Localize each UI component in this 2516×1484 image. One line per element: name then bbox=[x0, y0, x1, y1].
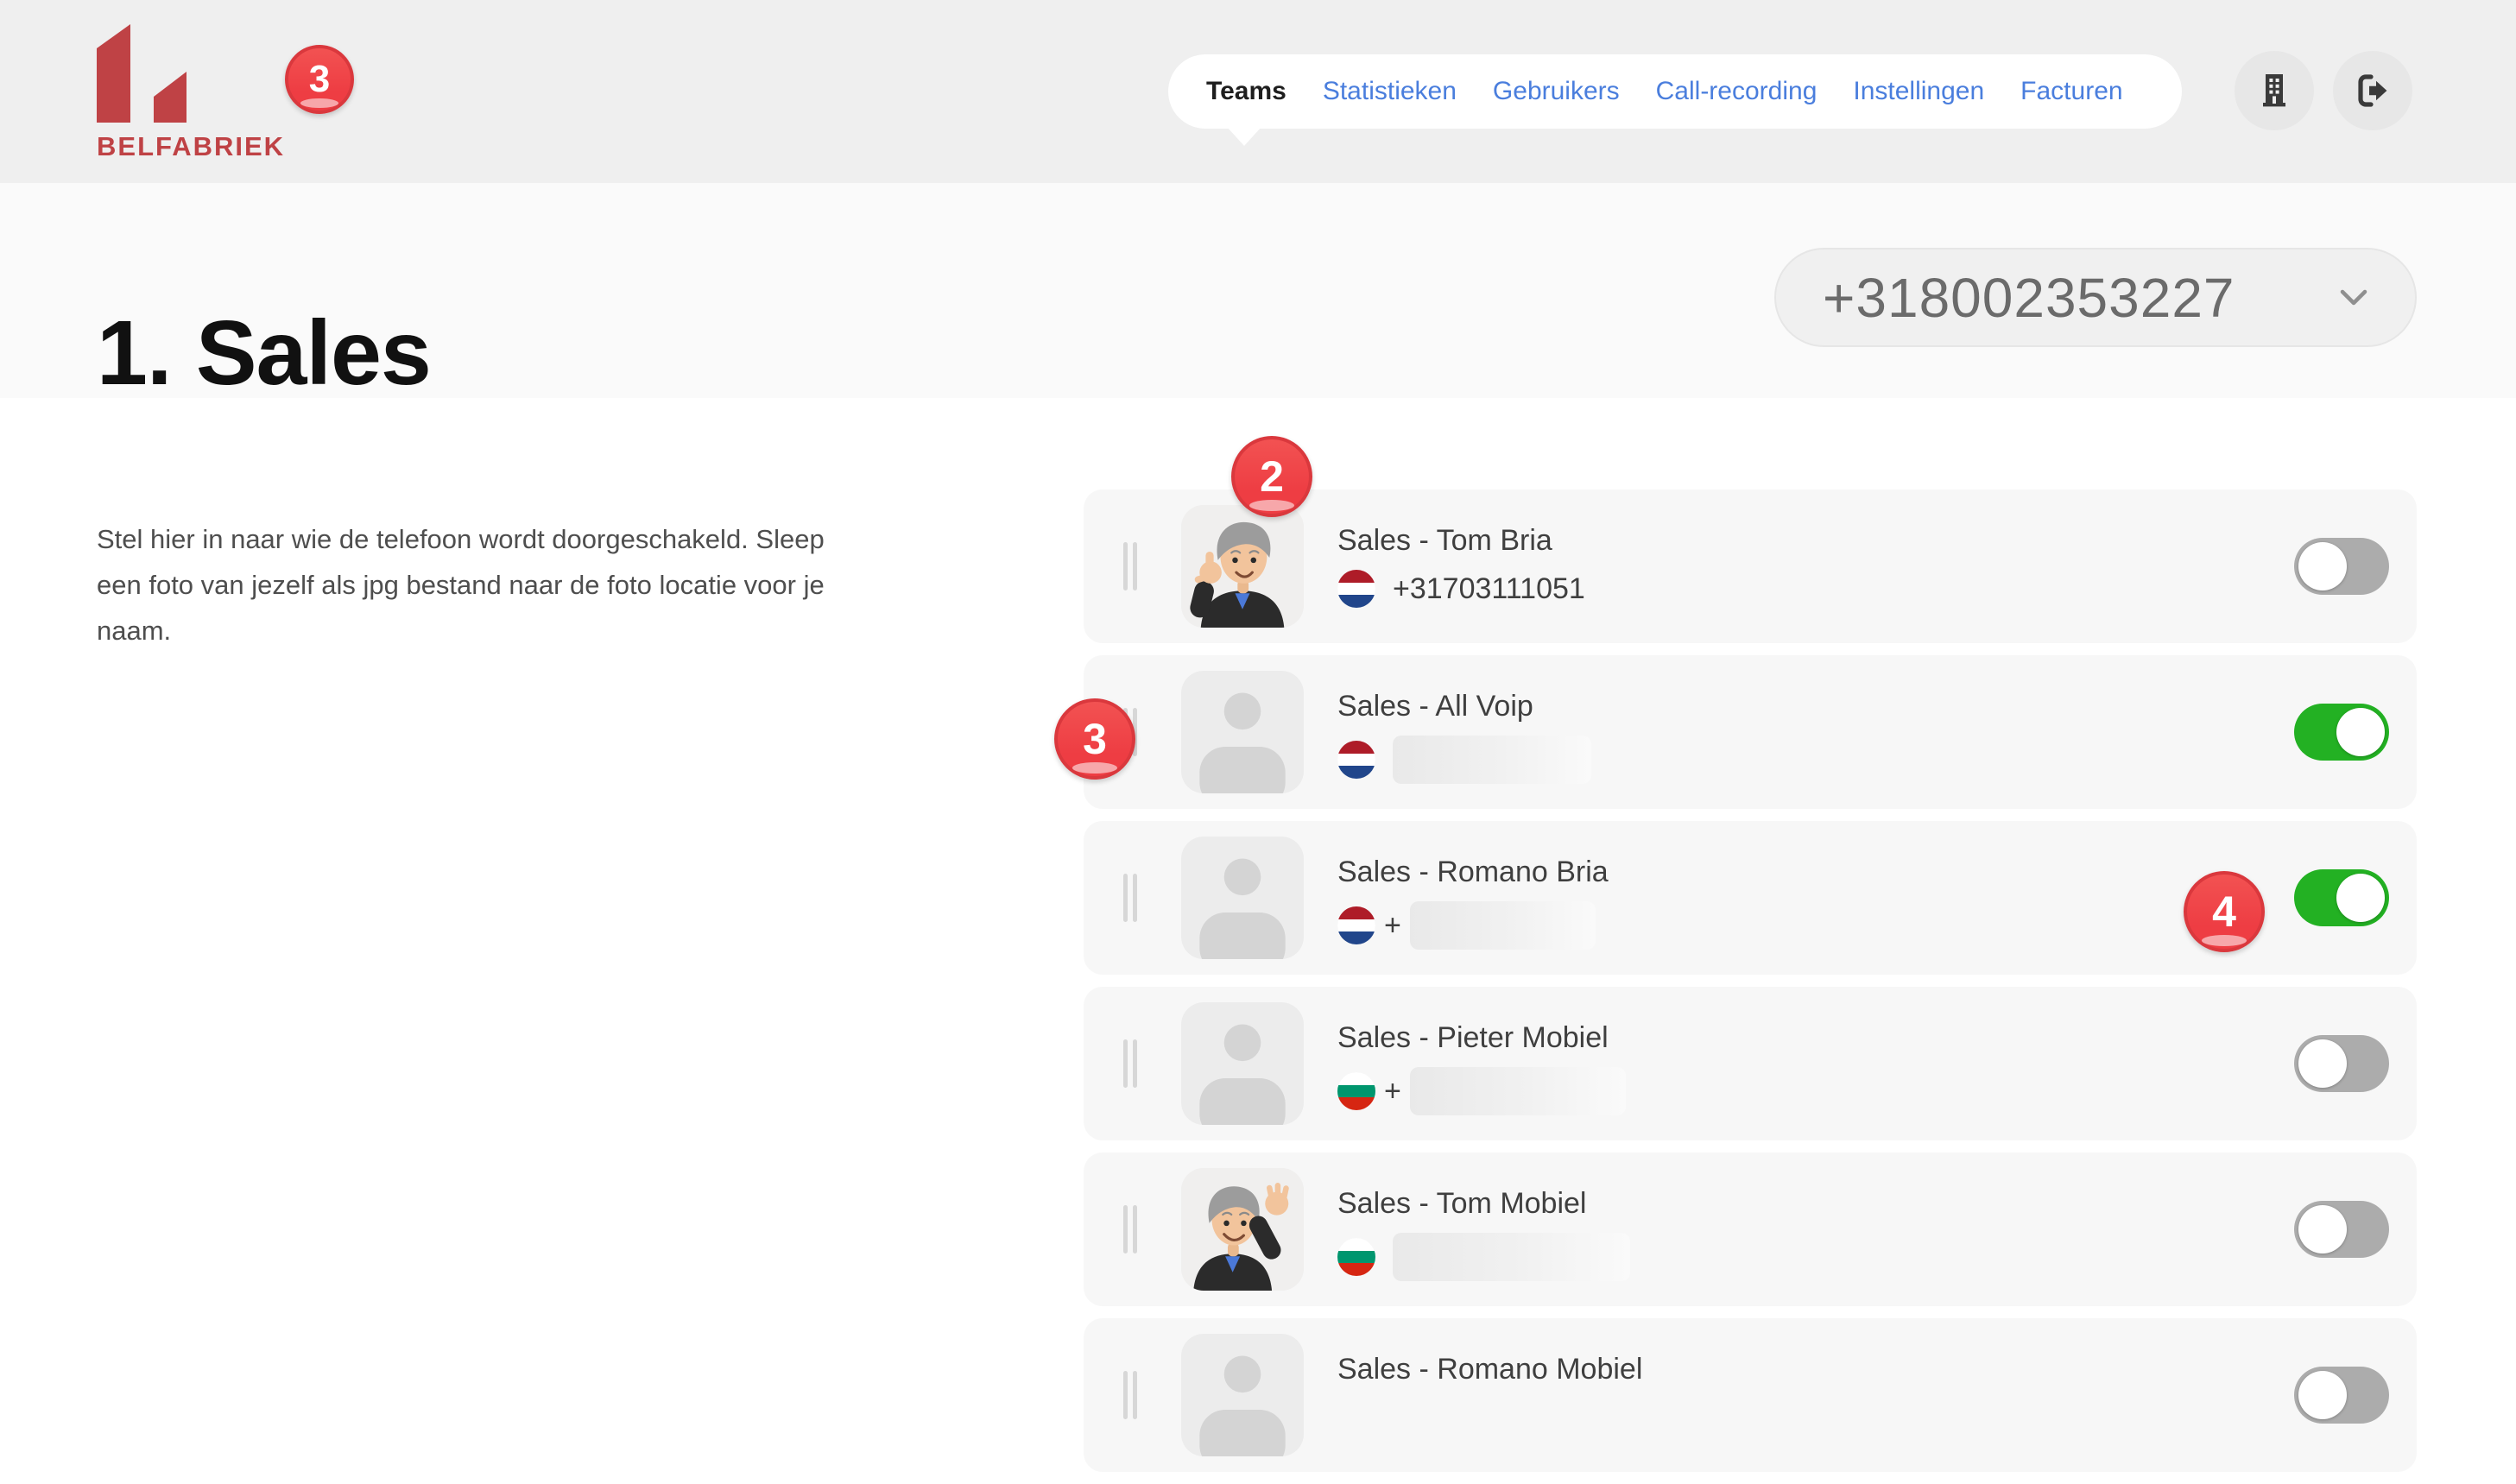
country-flag-icon bbox=[1337, 1072, 1375, 1110]
selected-phone-number: +318002353227 bbox=[1823, 266, 2235, 330]
team-member-row: Sales - Romano Mobiel bbox=[1084, 1318, 2417, 1472]
member-info: Sales - All Voip bbox=[1337, 690, 1591, 784]
avatar-placeholder[interactable] bbox=[1181, 837, 1304, 959]
team-member-row: Sales - Tom Bria +31703111051 2 bbox=[1084, 489, 2417, 643]
phone-number-select[interactable]: +318002353227 bbox=[1774, 248, 2417, 347]
forwarding-description: Stel hier in naar wie de telefoon wordt … bbox=[97, 516, 865, 654]
toggle-knob bbox=[2298, 1205, 2347, 1254]
app-canvas: BELFABRIEK 3 Teams Statistieken Gebruikers… bbox=[0, 0, 2516, 1392]
team-member-row: Sales - All Voip 3 bbox=[1084, 655, 2417, 809]
member-phone-line bbox=[1337, 1233, 1630, 1281]
brand-logo[interactable]: BELFABRIEK bbox=[97, 24, 285, 162]
toggle-knob bbox=[2336, 874, 2385, 922]
nav-item-call-recording[interactable]: Call-recording bbox=[1656, 77, 1817, 106]
annotation-badge-3-topbar: 3 bbox=[285, 45, 354, 114]
country-flag-icon bbox=[1337, 1238, 1375, 1276]
member-name: Sales - Tom Bria bbox=[1337, 524, 1585, 558]
annotation-badge-number: 3 bbox=[309, 58, 330, 101]
team-member-row: Sales - Tom Mobiel bbox=[1084, 1152, 2417, 1306]
drag-handle[interactable] bbox=[1123, 542, 1137, 590]
nav-item-gebruikers[interactable]: Gebruikers bbox=[1493, 77, 1620, 106]
country-flag-icon bbox=[1337, 741, 1375, 779]
forwarding-toggle[interactable] bbox=[2294, 1367, 2389, 1424]
member-name: Sales - Romano Bria bbox=[1337, 856, 1609, 889]
team-member-list: Sales - Tom Bria +31703111051 2 bbox=[1084, 489, 2417, 1484]
redacted-phone-blur bbox=[1393, 736, 1591, 784]
phone-prefix: + bbox=[1384, 909, 1401, 943]
member-phone-line: + bbox=[1337, 1067, 1626, 1115]
member-name: Sales - Pieter Mobiel bbox=[1337, 1021, 1626, 1055]
avatar-memoji-call-gesture[interactable] bbox=[1181, 505, 1304, 628]
avatar-memoji-wave[interactable] bbox=[1181, 1168, 1304, 1291]
toggle-knob bbox=[2298, 542, 2347, 590]
nav-item-instellingen[interactable]: Instellingen bbox=[1853, 77, 1984, 106]
logout-button[interactable] bbox=[2333, 51, 2412, 130]
building-icon bbox=[2254, 70, 2295, 111]
member-phone-line: + bbox=[1337, 901, 1609, 950]
redacted-phone-blur bbox=[1410, 1067, 1626, 1115]
forwarding-toggle[interactable] bbox=[2294, 1035, 2389, 1092]
redacted-phone-blur bbox=[1410, 901, 1596, 950]
topbar: BELFABRIEK 3 Teams Statistieken Gebruikers… bbox=[0, 0, 2516, 183]
annotation-badge-3: 3 bbox=[1054, 698, 1135, 780]
sign-out-icon bbox=[2352, 70, 2393, 111]
forwarding-toggle[interactable] bbox=[2294, 704, 2389, 761]
phone-prefix: + bbox=[1384, 1075, 1401, 1108]
member-phone: +31703111051 bbox=[1393, 572, 1585, 606]
main-content: Stel hier in naar wie de telefoon wordt … bbox=[0, 398, 2516, 1392]
drag-handle[interactable] bbox=[1123, 1371, 1137, 1419]
active-tab-pointer bbox=[1227, 127, 1261, 146]
company-button[interactable] bbox=[2235, 51, 2314, 130]
team-member-row: Sales - Pieter Mobiel + bbox=[1084, 987, 2417, 1140]
member-info: Sales - Tom Bria +31703111051 bbox=[1337, 524, 1585, 608]
nav-item-teams[interactable]: Teams bbox=[1206, 77, 1286, 106]
toggle-knob bbox=[2336, 708, 2385, 756]
member-info: Sales - Tom Mobiel bbox=[1337, 1187, 1630, 1281]
drag-handle[interactable] bbox=[1123, 1205, 1137, 1254]
annotation-badge-number: 2 bbox=[1260, 452, 1284, 502]
bar-chart-buildings-icon bbox=[97, 24, 188, 124]
annotation-badge-2: 2 bbox=[1231, 436, 1312, 517]
annotation-badge-number: 4 bbox=[2212, 887, 2236, 937]
member-name: Sales - Tom Mobiel bbox=[1337, 1187, 1630, 1221]
forwarding-toggle[interactable] bbox=[2294, 538, 2389, 595]
country-flag-icon bbox=[1337, 570, 1375, 608]
annotation-badge-4: 4 bbox=[2184, 871, 2265, 952]
member-name: Sales - All Voip bbox=[1337, 690, 1591, 723]
primary-nav: Teams Statistieken Gebruikers Call-recordin… bbox=[1168, 54, 2182, 129]
member-info: Sales - Pieter Mobiel + bbox=[1337, 1021, 1626, 1115]
forwarding-toggle[interactable] bbox=[2294, 1201, 2389, 1258]
annotation-badge-number: 3 bbox=[1083, 714, 1107, 764]
drag-handle[interactable] bbox=[1123, 1039, 1137, 1088]
country-flag-icon bbox=[1337, 906, 1375, 944]
brand-name: BELFABRIEK bbox=[97, 131, 285, 162]
toggle-knob bbox=[2298, 1371, 2347, 1419]
team-member-row: Sales - Romano Bria + 4 bbox=[1084, 821, 2417, 975]
page-title: 1. Sales bbox=[97, 301, 431, 406]
page-header: 1. Sales +318002353227 bbox=[0, 183, 2516, 398]
chevron-down-icon bbox=[2339, 288, 2368, 307]
forwarding-toggle[interactable] bbox=[2294, 869, 2389, 926]
avatar-placeholder[interactable] bbox=[1181, 1334, 1304, 1456]
nav-item-statistieken[interactable]: Statistieken bbox=[1323, 77, 1457, 106]
drag-handle[interactable] bbox=[1123, 874, 1137, 922]
avatar-placeholder[interactable] bbox=[1181, 1002, 1304, 1125]
member-info: Sales - Romano Mobiel bbox=[1337, 1353, 1642, 1386]
member-name: Sales - Romano Mobiel bbox=[1337, 1353, 1642, 1386]
nav-item-facturen[interactable]: Facturen bbox=[2020, 77, 2122, 106]
member-phone-line: +31703111051 bbox=[1337, 570, 1585, 608]
avatar-placeholder[interactable] bbox=[1181, 671, 1304, 793]
redacted-phone-blur bbox=[1393, 1233, 1630, 1281]
member-phone-line bbox=[1337, 736, 1591, 784]
toggle-knob bbox=[2298, 1039, 2347, 1088]
member-info: Sales - Romano Bria + bbox=[1337, 856, 1609, 950]
